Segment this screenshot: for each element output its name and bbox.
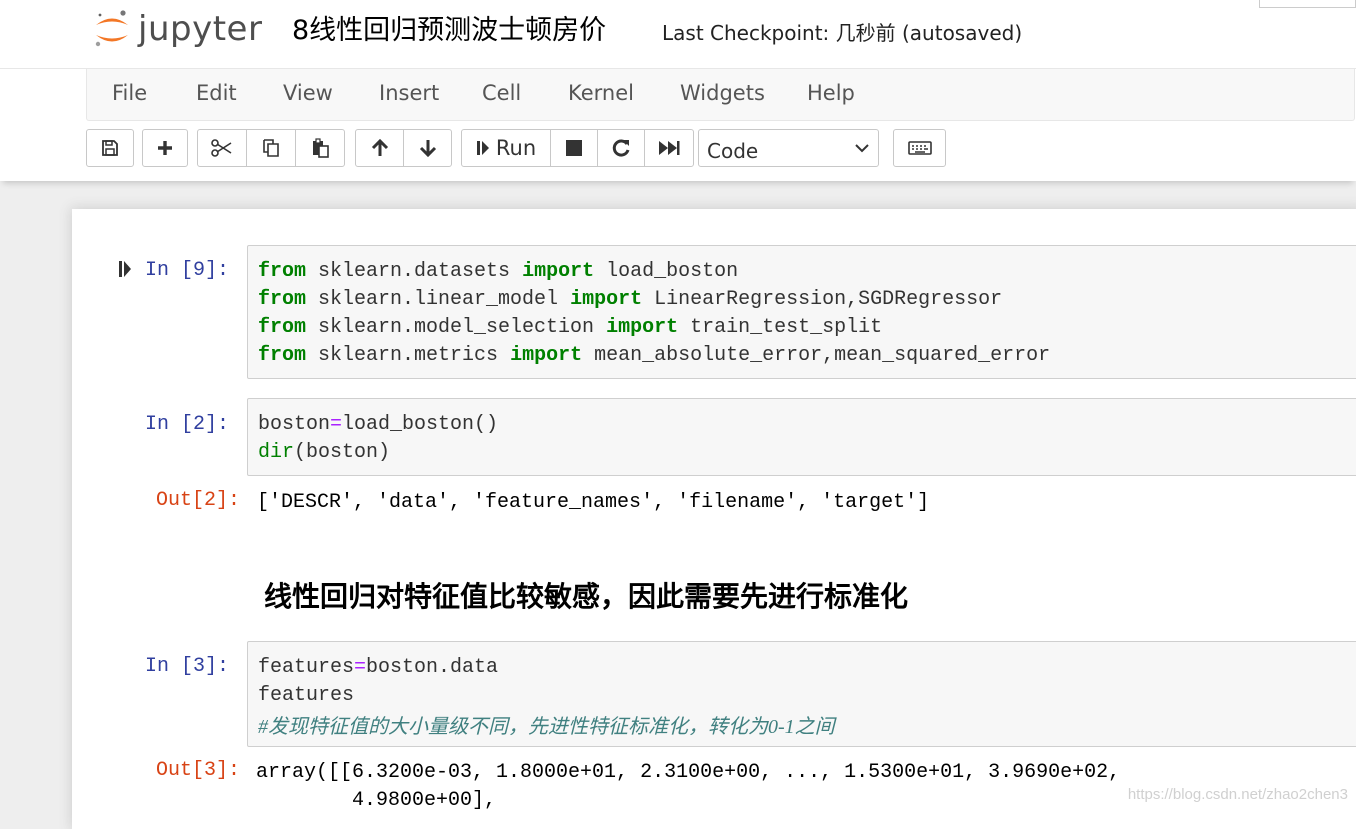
- step-forward-icon: [476, 141, 489, 155]
- cut-button[interactable]: [197, 129, 247, 167]
- markdown-heading: 线性回归对特征值比较敏感，因此需要先进行标准化: [264, 580, 909, 613]
- interrupt-button[interactable]: [550, 129, 598, 167]
- save-button[interactable]: [86, 129, 134, 167]
- keyboard-icon: [907, 141, 932, 155]
- notebook-header: jupyter 8线性回归预测波士顿房价 Last Checkpoint: 几秒…: [0, 0, 1356, 68]
- arrow-down-icon: [419, 140, 436, 158]
- code-line: dir(boston): [258, 441, 391, 464]
- cell-output-line: 4.9800e+00],: [256, 789, 497, 812]
- input-prompt: In [2]:: [145, 413, 230, 436]
- code-line: from sklearn.model_selection import trai…: [258, 316, 883, 339]
- command-palette-button[interactable]: [893, 129, 946, 167]
- code-line: features=boston.data: [258, 656, 499, 679]
- code-line: from sklearn.metrics import mean_absolut…: [258, 344, 1051, 367]
- insert-cell-button[interactable]: [142, 129, 188, 167]
- output-prompt: Out[3]:: [156, 759, 241, 782]
- run-button[interactable]: Run: [461, 129, 551, 167]
- code-line: from sklearn.linear_model import LinearR…: [258, 288, 1003, 311]
- save-icon: [102, 140, 118, 156]
- scissors-icon: [211, 139, 232, 157]
- code-line: boston=load_boston(): [258, 413, 499, 436]
- cell-run-icon[interactable]: [118, 260, 132, 278]
- watermark: https://blog.csdn.net/zhao2chen3: [1127, 786, 1348, 803]
- menu-cell[interactable]: Cell: [482, 81, 521, 105]
- run-group: Run: [461, 129, 694, 167]
- code-comment: #发现特征值的大小量级不同，先进性特征标准化，转化为0-1之间: [258, 716, 835, 738]
- move-up-button[interactable]: [355, 129, 404, 167]
- checkpoint-status: Last Checkpoint: 几秒前 (autosaved): [662, 21, 1023, 45]
- menu-file[interactable]: File: [112, 81, 147, 105]
- jupyter-logo-icon: [95, 10, 128, 47]
- input-prompt: In [9]:: [145, 259, 230, 282]
- output-prompt: Out[2]:: [156, 489, 241, 512]
- fast-forward-icon: [659, 141, 680, 155]
- menu-widgets[interactable]: Widgets: [680, 81, 765, 105]
- menu-edit[interactable]: Edit: [196, 81, 237, 105]
- move-down-button[interactable]: [403, 129, 452, 167]
- restart-icon: [612, 139, 630, 157]
- notebook-title[interactable]: 8线性回归预测波士顿房价: [292, 8, 606, 47]
- menu-help[interactable]: Help: [807, 81, 855, 105]
- code-line: features: [258, 684, 355, 707]
- copy-icon: [263, 139, 279, 157]
- toolbar-area: File Edit View Insert Cell Kernel Widget…: [0, 68, 1356, 181]
- run-all-button[interactable]: [644, 129, 694, 167]
- menu-kernel[interactable]: Kernel: [568, 81, 634, 105]
- header-corner-widget: [1259, 0, 1356, 8]
- paste-icon: [313, 138, 329, 158]
- cell-output: ['DESCR', 'data', 'feature_names', 'file…: [257, 491, 930, 514]
- plus-icon: [158, 141, 172, 155]
- menu-insert[interactable]: Insert: [379, 81, 439, 105]
- cell-type-value: Code: [707, 139, 759, 163]
- notebook-container: In [9]: from sklearn.datasets import loa…: [72, 209, 1356, 829]
- edit-group: [197, 129, 345, 167]
- insert-group: [142, 129, 188, 167]
- copy-button[interactable]: [246, 129, 296, 167]
- restart-button[interactable]: [597, 129, 645, 167]
- chevron-down-icon: [855, 144, 869, 153]
- menu-view[interactable]: View: [283, 81, 333, 105]
- code-line: from sklearn.datasets import load_boston: [258, 260, 739, 283]
- keyboard-group: [893, 129, 946, 167]
- code-cell-input[interactable]: boston=load_boston() dir(boston): [247, 398, 1356, 476]
- menu-bar: File Edit View Insert Cell Kernel Widget…: [86, 69, 1355, 121]
- code-cell-input[interactable]: features=boston.data features #发现特征值的大小量…: [247, 641, 1356, 747]
- paste-button[interactable]: [295, 129, 345, 167]
- code-cell-input[interactable]: from sklearn.datasets import load_boston…: [247, 245, 1356, 379]
- arrow-up-icon: [371, 138, 388, 156]
- input-prompt: In [3]:: [145, 655, 230, 678]
- move-group: [355, 129, 452, 167]
- run-label: Run: [495, 136, 537, 160]
- cell-type-select[interactable]: Code: [698, 129, 879, 167]
- logo-text: jupyter: [138, 9, 263, 49]
- stop-icon: [566, 140, 582, 156]
- jupyter-logo[interactable]: jupyter: [92, 6, 262, 52]
- cell-output-line: array([[6.3200e-03, 1.8000e+01, 2.3100e+…: [256, 761, 1121, 784]
- save-group: [86, 129, 134, 167]
